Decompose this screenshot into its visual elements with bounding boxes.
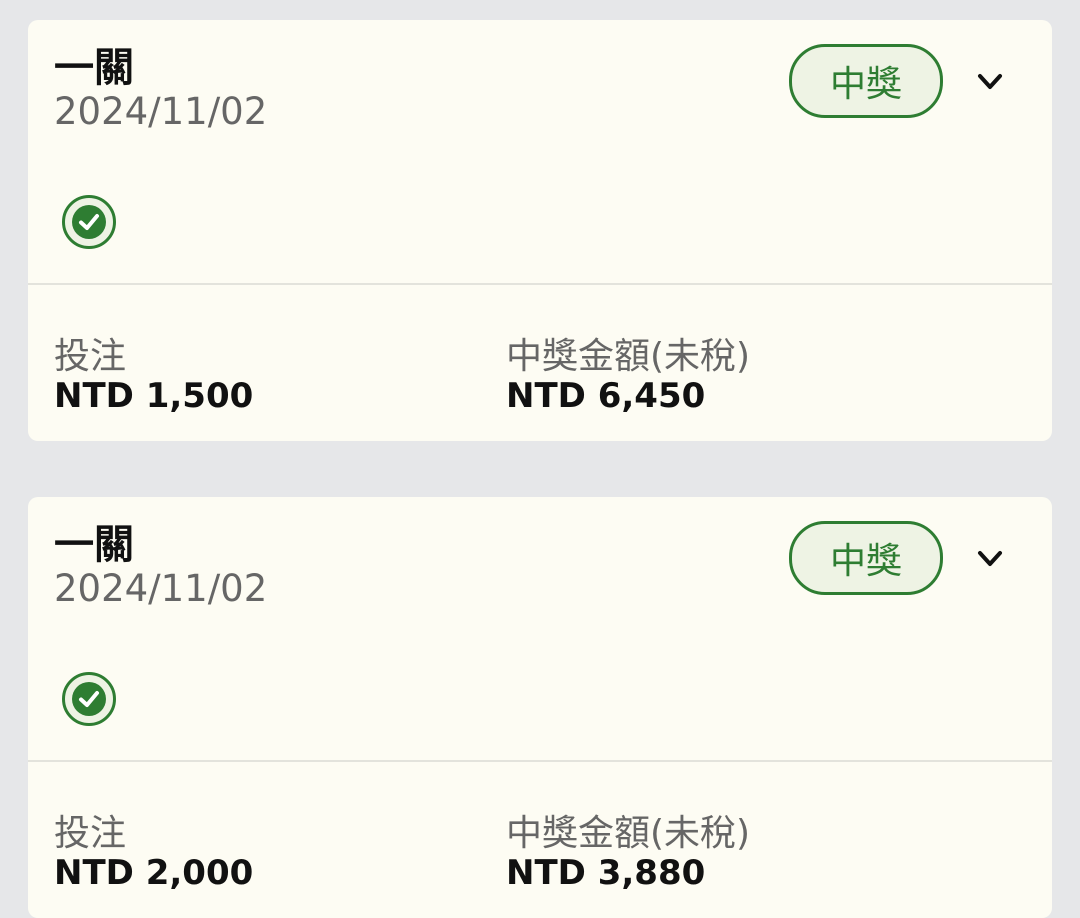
prize-amount-value: NTD 3,880 <box>506 853 706 893</box>
check-circle-icon <box>62 672 116 726</box>
bet-date: 2024/11/02 <box>54 567 268 610</box>
prize-amount-label: 中獎金額(未稅) <box>506 336 751 377</box>
bet-amount-label: 投注 <box>54 336 127 377</box>
check-circle-icon <box>62 195 116 249</box>
chevron-down-icon[interactable] <box>968 541 1012 577</box>
bet-amount-value: NTD 2,000 <box>54 853 254 893</box>
status-badge: 中獎 <box>789 521 943 595</box>
status-badge: 中獎 <box>789 44 943 118</box>
card-header: 一關 2024/11/02 中獎 <box>28 497 1052 762</box>
bet-amount-label: 投注 <box>54 813 127 854</box>
bet-date: 2024/11/02 <box>54 90 268 133</box>
bet-type-title: 一關 <box>54 522 134 568</box>
bet-amount-value: NTD 1,500 <box>54 376 254 416</box>
prize-amount-label: 中獎金額(未稅) <box>506 813 751 854</box>
card-header: 一關 2024/11/02 中獎 <box>28 20 1052 285</box>
prize-amount-value: NTD 6,450 <box>506 376 706 416</box>
card-amounts: 投注 NTD 1,500 中獎金額(未稅) NTD 6,450 <box>28 285 1052 441</box>
chevron-down-icon[interactable] <box>968 64 1012 100</box>
bet-record-card[interactable]: 一關 2024/11/02 中獎 投注 NTD 2,000 中獎金額(未稅) N… <box>28 497 1052 918</box>
bet-type-title: 一關 <box>54 45 134 91</box>
bet-record-card[interactable]: 一關 2024/11/02 中獎 投注 NTD 1,500 中獎金額(未稅) N… <box>28 20 1052 441</box>
